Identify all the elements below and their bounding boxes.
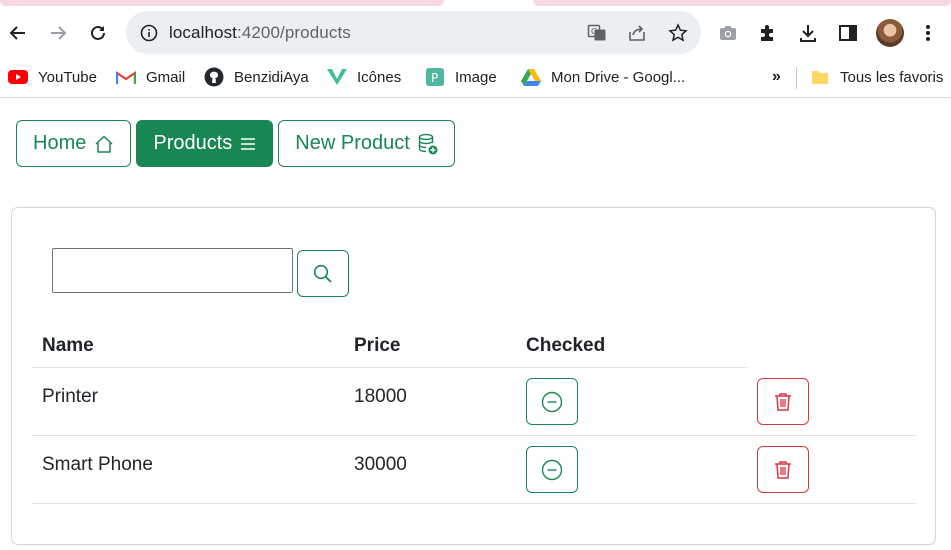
- folder-icon: [810, 67, 830, 87]
- svg-text:P: P: [431, 71, 438, 85]
- app-nav: Home Products New Product: [16, 120, 455, 167]
- delete-button[interactable]: [757, 378, 809, 425]
- bookmark-google-drive[interactable]: Mon Drive - Googl...: [521, 67, 685, 87]
- url-host: localhost: [169, 23, 237, 42]
- share-icon[interactable]: [626, 22, 648, 44]
- back-button[interactable]: [6, 21, 30, 45]
- bookmark-label: Icônes: [357, 68, 402, 86]
- forward-button[interactable]: [46, 21, 70, 45]
- menu-dots-icon[interactable]: [916, 21, 940, 45]
- search-input[interactable]: [52, 248, 293, 293]
- camera-icon[interactable]: [716, 21, 740, 45]
- bookmark-label: Mon Drive - Googl...: [551, 68, 686, 86]
- new-product-button[interactable]: New Product: [278, 120, 455, 167]
- list-icon: [240, 137, 256, 151]
- bookmark-youtube[interactable]: YouTube: [8, 67, 97, 87]
- table-row: Printer 18000: [32, 368, 916, 436]
- side-panel-icon[interactable]: [836, 21, 860, 45]
- icones-icon: [327, 67, 347, 87]
- table-row: Smart Phone 30000: [32, 436, 916, 504]
- reload-icon: [91, 25, 105, 40]
- info-icon[interactable]: [138, 22, 160, 44]
- trash-icon: [775, 460, 791, 479]
- bookmarks-divider: [796, 67, 797, 89]
- download-icon[interactable]: [796, 21, 820, 45]
- arrow-right-icon: [51, 26, 67, 40]
- gmail-icon: [116, 67, 136, 87]
- extensions-icon[interactable]: [756, 21, 780, 45]
- product-price: 30000: [354, 454, 407, 475]
- search-button[interactable]: [297, 250, 349, 297]
- check-toggle-button[interactable]: [526, 378, 578, 425]
- house-icon: [94, 134, 114, 154]
- delete-button[interactable]: [757, 446, 809, 493]
- bookmark-label: YouTube: [38, 68, 97, 86]
- browser-tab[interactable]: [0, 0, 444, 6]
- youtube-icon: [8, 67, 28, 87]
- google-drive-icon: [521, 67, 541, 87]
- home-button[interactable]: Home: [16, 120, 132, 167]
- column-header-price: Price: [354, 335, 401, 356]
- translate-icon[interactable]: G: [586, 22, 608, 44]
- browser-tab[interactable]: [533, 0, 951, 6]
- search-icon: [313, 264, 332, 283]
- url-path: :4200/products: [237, 23, 351, 42]
- image-icon: P: [425, 67, 445, 87]
- bookmark-label: Gmail: [146, 68, 186, 86]
- product-price: 18000: [354, 386, 407, 407]
- trash-icon: [775, 392, 791, 411]
- column-header-name: Name: [42, 335, 94, 356]
- bookmarks-bar: YouTube Gmail BenzidiAya Icônes P Image …: [0, 58, 951, 98]
- bookmark-github[interactable]: BenzidiAya: [204, 67, 309, 87]
- tab-strip: [0, 0, 951, 8]
- home-label: Home: [33, 132, 87, 154]
- database-add-icon: [418, 133, 438, 155]
- address-text: localhost:4200/products: [169, 23, 351, 43]
- bookmark-label: Image: [455, 68, 497, 86]
- column-header-checked: Checked: [526, 335, 606, 356]
- github-icon: [204, 67, 224, 87]
- dash-circle-icon: [541, 459, 563, 480]
- bookmark-label: Tous les favoris: [840, 68, 944, 86]
- more-bookmarks-button[interactable]: »: [772, 68, 781, 86]
- products-button[interactable]: Products: [136, 120, 274, 167]
- star-icon[interactable]: [667, 22, 689, 44]
- bookmark-label: BenzidiAya: [234, 68, 309, 86]
- products-label: Products: [153, 132, 233, 154]
- dash-circle-icon: [541, 391, 563, 412]
- arrow-left-icon: [9, 26, 25, 40]
- profile-avatar[interactable]: [876, 19, 904, 47]
- svg-text:G: G: [591, 27, 597, 36]
- bookmark-icones[interactable]: Icônes: [327, 67, 401, 87]
- products-card: Name Price Checked Printer 18000 Smart P…: [11, 207, 936, 545]
- bookmark-image[interactable]: P Image: [425, 67, 497, 87]
- all-bookmarks-folder[interactable]: Tous les favoris: [810, 67, 943, 87]
- browser-toolbar: localhost:4200/products G: [0, 8, 951, 58]
- address-bar[interactable]: localhost:4200/products G: [126, 11, 701, 54]
- bookmark-gmail[interactable]: Gmail: [116, 67, 185, 87]
- product-name: Smart Phone: [42, 454, 153, 475]
- reload-button[interactable]: [86, 21, 110, 45]
- check-toggle-button[interactable]: [526, 446, 578, 493]
- new-product-label: New Product: [295, 132, 410, 154]
- product-name: Printer: [42, 386, 98, 407]
